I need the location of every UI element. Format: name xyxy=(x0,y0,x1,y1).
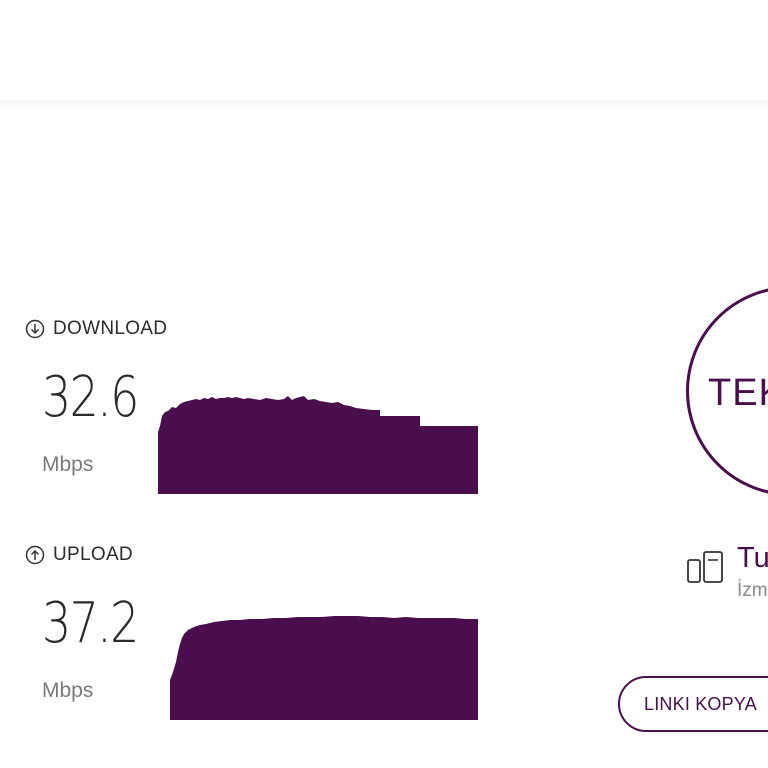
arrow-up-circle-icon xyxy=(25,545,45,565)
top-bar xyxy=(0,0,768,100)
upload-graph xyxy=(170,612,478,720)
upload-label: UPLOAD xyxy=(53,544,133,565)
server-name[interactable]: Tu xyxy=(737,542,768,575)
server-location: İzm xyxy=(737,580,768,601)
speedtest-page: DOWNLOAD 32.6 Mbps UPLOAD 37.2 Mbps TEK xyxy=(0,0,768,768)
download-label: DOWNLOAD xyxy=(53,318,168,339)
top-bar-shadow xyxy=(0,100,768,108)
upload-value: 37.2 xyxy=(42,591,139,656)
copy-link-button[interactable]: LINKI KOPYA xyxy=(618,676,768,732)
upload-unit: Mbps xyxy=(42,679,94,702)
download-value: 32.6 xyxy=(42,365,139,430)
start-test-label[interactable]: TEK xyxy=(708,372,768,415)
download-graph xyxy=(158,386,478,494)
server-icon xyxy=(686,550,726,586)
download-header: DOWNLOAD xyxy=(25,318,167,340)
arrow-down-circle-icon xyxy=(25,319,45,339)
download-unit: Mbps xyxy=(42,453,94,476)
upload-header: UPLOAD xyxy=(25,544,133,566)
